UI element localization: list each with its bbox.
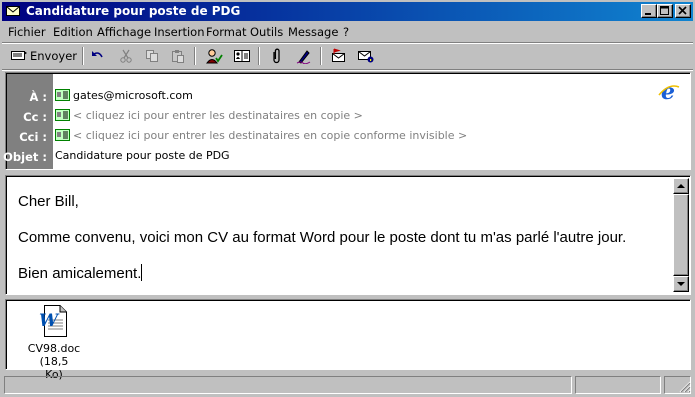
bcc-field[interactable]: < cliquez ici pour entrer les destinatai… — [55, 129, 467, 142]
resize-grip-icon[interactable] — [679, 381, 691, 393]
subject-value: Candidature pour poste de PDG — [55, 149, 230, 162]
text-caret — [141, 264, 143, 281]
check-names-button[interactable] — [202, 46, 224, 66]
paste-button[interactable] — [168, 46, 188, 66]
paste-icon — [172, 50, 184, 63]
menu-outils[interactable]: Outils — [250, 25, 283, 39]
close-button[interactable] — [675, 4, 691, 18]
undo-button[interactable] — [88, 46, 108, 66]
cut-button[interactable] — [116, 46, 136, 66]
address-book-icon — [234, 50, 250, 62]
arrow-up-icon — [677, 184, 685, 188]
encrypt-icon — [358, 51, 374, 63]
maximize-button[interactable] — [657, 4, 673, 18]
attach-icon — [273, 48, 280, 64]
sign-icon — [296, 50, 311, 64]
attachment-item[interactable]: W CV98.doc (18,5 Ko) — [14, 304, 94, 381]
encrypt-button[interactable] — [354, 46, 376, 66]
send-label: Envoyer — [30, 49, 78, 63]
to-value: gates@microsoft.com — [73, 89, 193, 102]
address-card-icon — [55, 109, 70, 121]
menu-edition[interactable]: Edition — [53, 25, 93, 39]
arrow-down-icon — [677, 282, 685, 286]
maximize-icon — [660, 6, 669, 15]
toolbar-separator — [194, 47, 196, 65]
ie-logo-icon: e — [658, 81, 680, 103]
svg-text:e: e — [661, 81, 675, 103]
close-icon — [678, 6, 687, 15]
copy-icon — [146, 50, 158, 62]
cut-icon — [120, 49, 132, 63]
scroll-down-button[interactable] — [673, 276, 689, 292]
body-signoff-text: Bien amicalement. — [18, 265, 142, 282]
copy-button[interactable] — [142, 46, 162, 66]
address-card-icon — [55, 129, 70, 141]
menu-format[interactable]: Format — [206, 25, 247, 39]
address-book-button[interactable] — [230, 46, 252, 66]
header-labels: À : Cc : Cci : Objet : — [3, 74, 53, 169]
envelope-icon — [6, 6, 20, 16]
body-scrollbar[interactable] — [673, 178, 689, 292]
toolbar-separator — [320, 47, 322, 65]
toolbar-divider — [2, 69, 693, 71]
body-line-greeting: Cher Bill, — [18, 193, 79, 210]
status-panel-secondary — [575, 376, 661, 394]
undo-icon — [92, 51, 103, 58]
send-button[interactable]: Envoyer — [8, 46, 78, 66]
attach-button[interactable] — [266, 46, 286, 66]
body-line-content: Comme convenu, voici mon CV au format Wo… — [18, 229, 627, 246]
menu-affichage[interactable]: Affichage — [97, 25, 151, 39]
toolbar-separator — [82, 47, 84, 65]
menu-fichier[interactable]: Fichier — [8, 25, 46, 39]
to-field[interactable]: gates@microsoft.com — [55, 89, 193, 102]
toolbar: Envoyer — [2, 44, 693, 68]
check-names-icon — [206, 49, 223, 64]
message-body[interactable]: Cher Bill, Comme convenu, voici mon CV a… — [5, 175, 691, 295]
bcc-label: Cci : — [19, 130, 47, 144]
cc-placeholder: < cliquez ici pour entrer les destinatai… — [73, 109, 363, 122]
menu-bar: Fichier Edition Affichage Insertion Form… — [2, 22, 693, 42]
menu-insertion[interactable]: Insertion — [154, 25, 205, 39]
bcc-placeholder: < cliquez ici pour entrer les destinatai… — [73, 129, 468, 142]
scroll-thumb[interactable] — [673, 194, 689, 276]
status-bar — [2, 374, 693, 395]
word-document-icon: W — [39, 305, 67, 337]
sign-button[interactable] — [292, 46, 314, 66]
to-label: À : — [29, 90, 47, 104]
window-title: Candidature pour poste de PDG — [26, 4, 241, 18]
attachment-pane: W CV98.doc (18,5 Ko) — [5, 299, 691, 381]
cc-label: Cc : — [23, 110, 47, 124]
subject-label: Objet : — [3, 150, 47, 164]
message-header: À : Cc : Cci : Objet : gates@microsoft.c… — [3, 72, 691, 170]
body-line-signoff: Bien amicalement. — [18, 264, 143, 282]
menu-help[interactable]: ? — [343, 25, 349, 39]
menu-message[interactable]: Message — [288, 25, 338, 39]
address-card-icon — [55, 89, 70, 101]
minimize-button[interactable] — [641, 4, 657, 18]
flag-button[interactable] — [328, 46, 350, 66]
scroll-up-button[interactable] — [673, 178, 689, 194]
flag-icon — [332, 48, 345, 62]
status-panel-main — [4, 376, 572, 394]
subject-field[interactable]: Candidature pour poste de PDG — [55, 149, 230, 162]
toolbar-separator — [258, 47, 260, 65]
attachment-name-line1: CV98.doc (18,5 — [27, 342, 81, 368]
minimize-icon — [645, 13, 651, 15]
cc-field[interactable]: < cliquez ici pour entrer les destinatai… — [55, 109, 363, 122]
svg-text:W: W — [39, 311, 60, 331]
send-icon — [11, 51, 27, 60]
title-bar[interactable]: Candidature pour poste de PDG — [2, 2, 693, 21]
